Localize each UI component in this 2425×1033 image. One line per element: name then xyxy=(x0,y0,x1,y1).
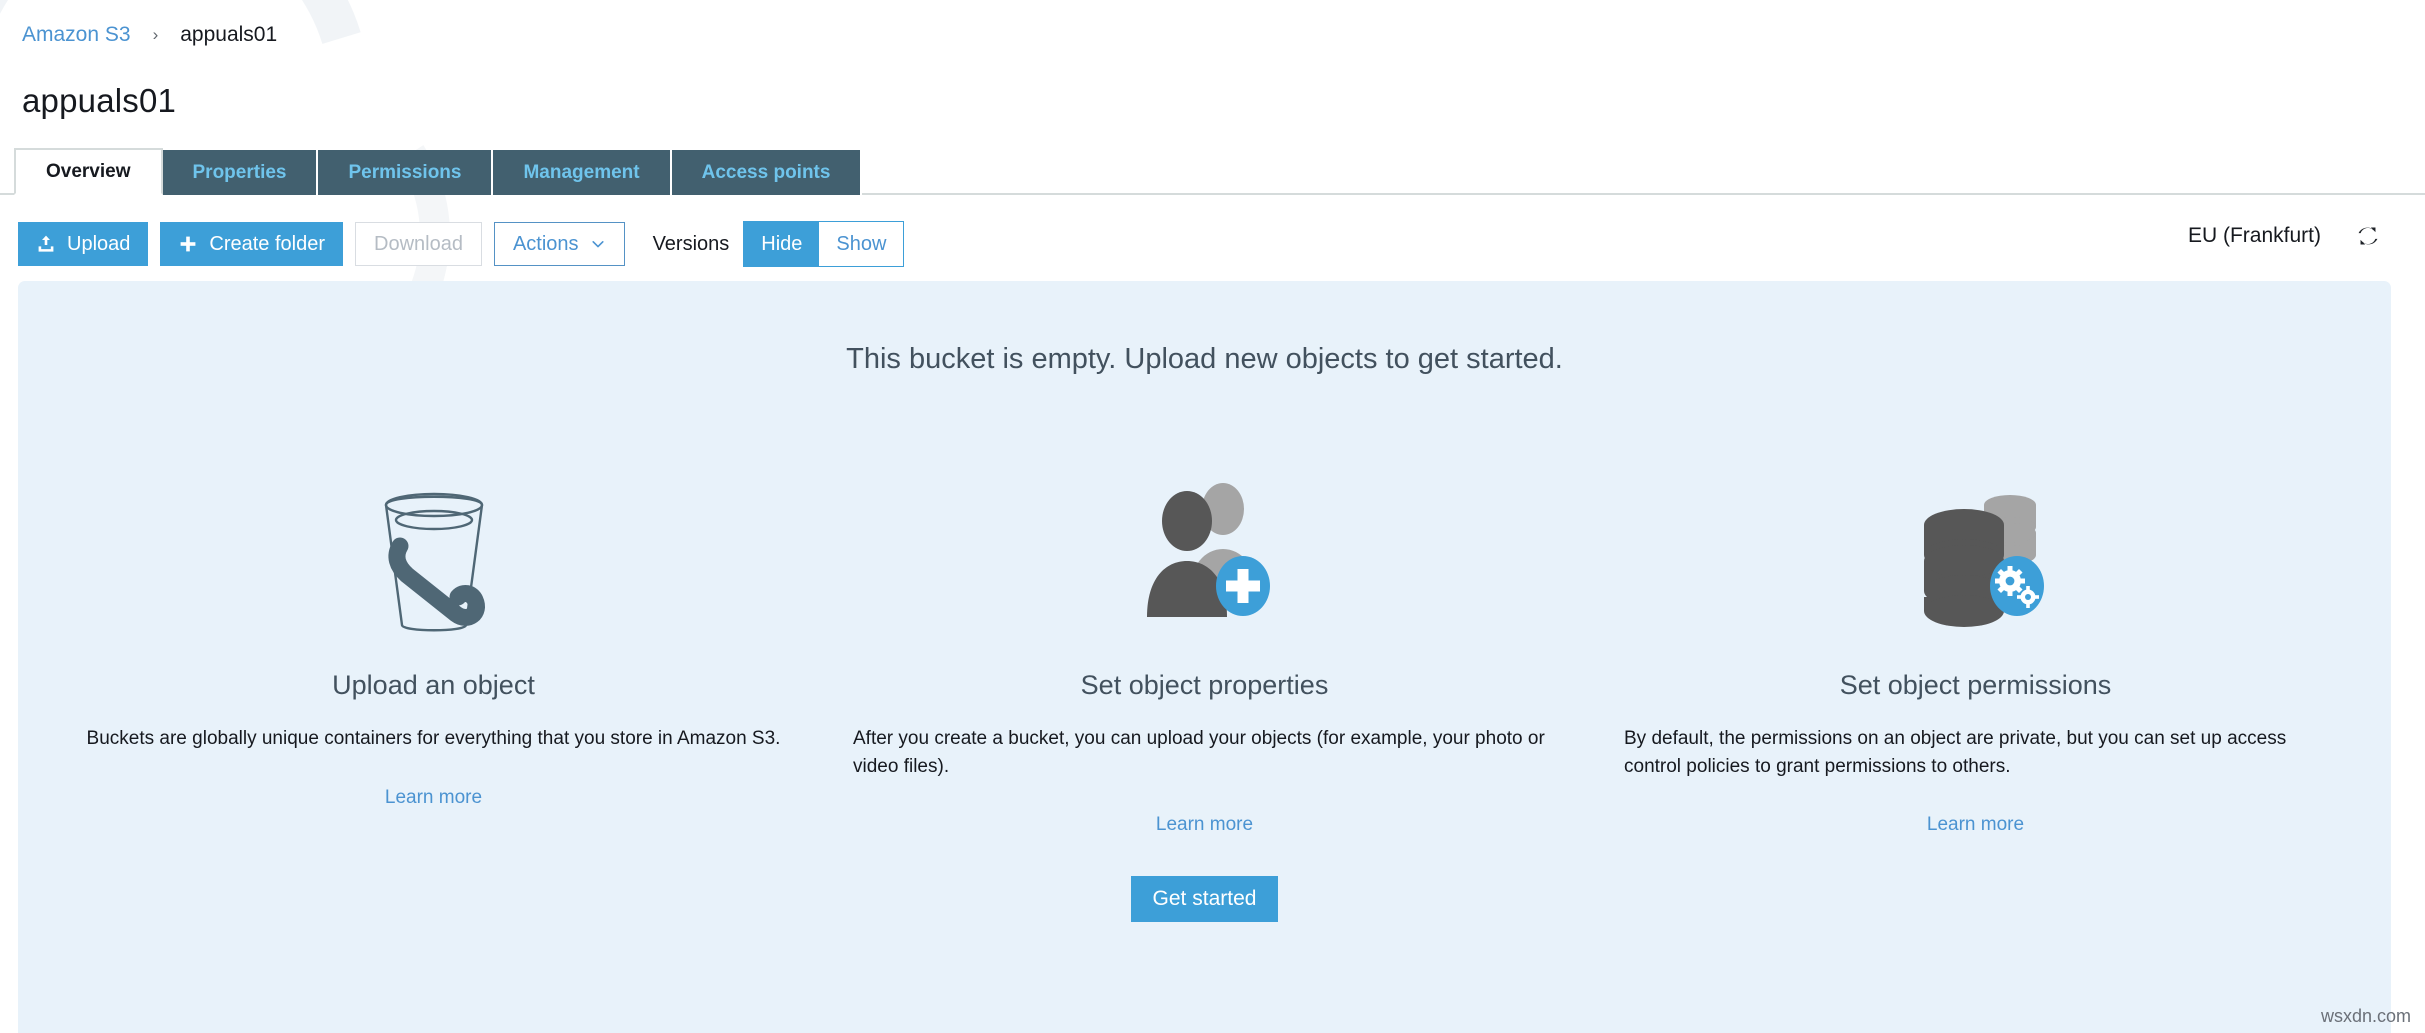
card-description-set-object-permissions: By default, the permissions on an object… xyxy=(1624,725,2327,780)
users-add-icon xyxy=(853,452,1556,642)
empty-bucket-headline: This bucket is empty. Upload new objects… xyxy=(18,343,2391,376)
create-folder-button-label: Create folder xyxy=(209,233,325,256)
versions-label: Versions xyxy=(653,233,730,256)
onboarding-cards: Upload an object Buckets are globally un… xyxy=(18,452,2391,836)
empty-bucket-panel: This bucket is empty. Upload new objects… xyxy=(18,281,2391,1033)
download-button-label: Download xyxy=(374,233,463,256)
download-button[interactable]: Download xyxy=(355,222,482,266)
versions-hide-button[interactable]: Hide xyxy=(744,222,819,266)
learn-more-link-set-object-permissions[interactable]: Learn more xyxy=(1624,814,2327,836)
toolbar-right-cluster: EU (Frankfurt) xyxy=(2188,219,2385,253)
breadcrumb: Amazon S3 › appuals01 xyxy=(0,0,2425,52)
upload-button-label: Upload xyxy=(67,233,130,256)
tab-properties[interactable]: Properties xyxy=(163,150,319,195)
page-title: appuals01 xyxy=(0,52,2425,120)
site-watermark: wsxdn.com xyxy=(2321,1006,2411,1027)
get-started-row: Get started xyxy=(18,876,2391,922)
actions-button-label: Actions xyxy=(513,233,579,256)
refresh-button[interactable] xyxy=(2351,219,2385,253)
card-upload-an-object: Upload an object Buckets are globally un… xyxy=(48,452,819,836)
get-started-button[interactable]: Get started xyxy=(1131,876,1279,922)
tab-management[interactable]: Management xyxy=(493,150,671,195)
s3-bucket-overview-page: Amazon S3 › appuals01 appuals01 Overview… xyxy=(0,0,2425,1033)
chevron-down-icon xyxy=(590,236,606,252)
card-title-set-object-properties: Set object properties xyxy=(853,670,1556,701)
bucket-tabs: Overview Properties Permissions Manageme… xyxy=(0,147,2425,195)
refresh-icon xyxy=(2355,223,2381,249)
tab-access-points[interactable]: Access points xyxy=(672,150,863,195)
objects-toolbar: Upload Create folder Download Actions xyxy=(0,195,2425,271)
database-gear-icon xyxy=(1624,452,2327,642)
learn-more-link-upload-an-object[interactable]: Learn more xyxy=(82,787,785,809)
breadcrumb-separator-icon: › xyxy=(153,25,159,45)
card-set-object-properties: Set object properties After you create a… xyxy=(819,452,1590,836)
card-description-set-object-properties: After you create a bucket, you can uploa… xyxy=(853,725,1556,780)
upload-button[interactable]: Upload xyxy=(18,222,148,266)
card-title-upload-an-object: Upload an object xyxy=(82,670,785,701)
card-description-upload-an-object: Buckets are globally unique containers f… xyxy=(82,725,785,753)
versions-toggle-group: Hide Show xyxy=(743,221,904,267)
bucket-icon xyxy=(82,452,785,642)
breadcrumb-link-amazon-s3[interactable]: Amazon S3 xyxy=(22,23,131,47)
region-label: EU (Frankfurt) xyxy=(2188,224,2321,248)
plus-icon xyxy=(178,234,198,254)
card-title-set-object-permissions: Set object permissions xyxy=(1624,670,2327,701)
versions-show-button[interactable]: Show xyxy=(819,222,903,266)
card-set-object-permissions: Set object permissions By default, the p… xyxy=(1590,452,2361,836)
create-folder-button[interactable]: Create folder xyxy=(160,222,343,266)
actions-dropdown-button[interactable]: Actions xyxy=(494,222,625,266)
learn-more-link-set-object-properties[interactable]: Learn more xyxy=(853,814,1556,836)
upload-icon xyxy=(36,234,56,254)
tab-permissions[interactable]: Permissions xyxy=(318,150,493,195)
breadcrumb-current-bucket: appuals01 xyxy=(180,23,277,47)
tab-overview[interactable]: Overview xyxy=(14,148,163,195)
